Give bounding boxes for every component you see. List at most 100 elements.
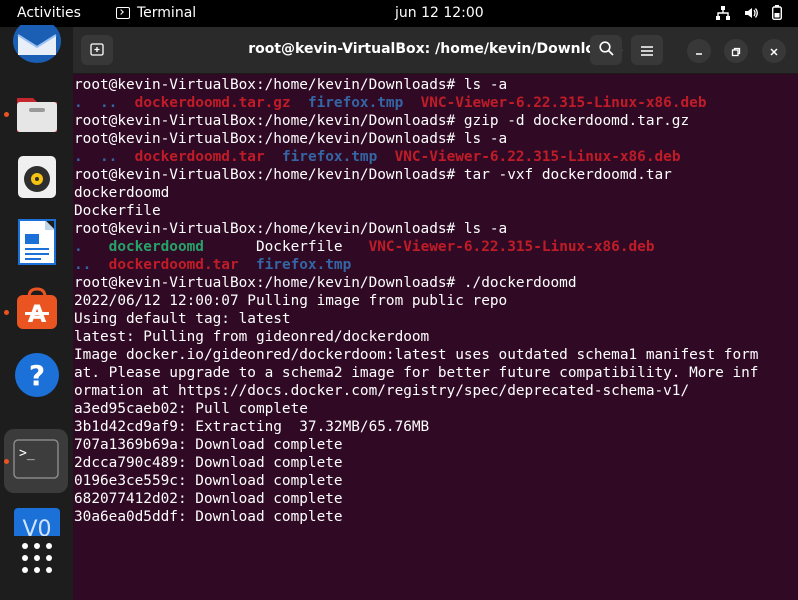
terminal-text: firefox.tmp <box>255 257 352 273</box>
terminal-text: firefox.tmp <box>281 149 378 165</box>
terminal-text: root@kevin-VirtualBox:/home/kevin/Downlo… <box>74 167 672 183</box>
terminal-line: root@kevin-VirtualBox:/home/kevin/Downlo… <box>74 130 796 148</box>
terminal-line: 2dcca790c489: Download complete <box>74 454 796 472</box>
title-bar[interactable]: root@kevin-VirtualBox: /home/kevin/Downl… <box>73 27 798 74</box>
app-center-icon: A <box>15 287 59 335</box>
terminal-text: VNC-Viewer-6.22.315-Linux-x86.deb <box>394 149 681 165</box>
app-menu[interactable]: Terminal <box>116 5 196 21</box>
terminal-text: dockerdoomd.tar.gz <box>134 95 291 111</box>
terminal-line: . .. dockerdoomd.tar firefox.tmp VNC-Vie… <box>74 148 796 166</box>
terminal-line: . .. dockerdoomd.tar.gz firefox.tmp VNC-… <box>74 94 796 112</box>
dock-rhythmbox[interactable] <box>10 152 64 206</box>
terminal-text: Using default tag: latest <box>74 311 291 327</box>
terminal-text: latest: Pulling from gideonred/dockerdoo… <box>74 329 430 345</box>
svg-text:>_: >_ <box>19 446 35 461</box>
terminal-line: a3ed95caeb02: Pull complete <box>74 400 796 418</box>
terminal-line: root@kevin-VirtualBox:/home/kevin/Downlo… <box>74 166 796 184</box>
network-icon <box>716 5 730 20</box>
terminal-line: 3b1d42cd9af9: Extracting 37.32MB/65.76MB <box>74 418 796 436</box>
top-bar: Activities Terminal jun 12 12:00 <box>0 0 798 27</box>
search-button[interactable] <box>590 35 622 65</box>
minimize-icon <box>694 42 704 61</box>
terminal-text: Dockerfile <box>74 203 161 219</box>
terminal-output[interactable]: root@kevin-VirtualBox:/home/kevin/Downlo… <box>74 76 796 596</box>
clock[interactable]: jun 12 12:00 <box>395 5 484 21</box>
system-tray[interactable] <box>716 5 782 20</box>
terminal-text: a3ed95caeb02: Pull complete <box>74 401 308 417</box>
terminal-text: dockerdoomd <box>74 185 170 201</box>
show-apps-button[interactable] <box>10 533 64 587</box>
minimize-button[interactable] <box>687 39 711 63</box>
terminal-text: dockerdoomd.tar <box>134 149 265 165</box>
dock-files[interactable] <box>10 87 64 141</box>
dock-help[interactable]: ? <box>10 350 64 404</box>
terminal-text: .. <box>74 257 109 273</box>
terminal-line: Dockerfile <box>74 202 796 220</box>
activities-button[interactable]: Activities <box>17 5 81 21</box>
terminal-line: 682077412d02: Download complete <box>74 490 796 508</box>
terminal-line: Image docker.io/gideonred/dockerdoom:lat… <box>74 346 796 364</box>
terminal-text: at. Please upgrade to a schema2 image fo… <box>74 365 759 381</box>
thunderbird-icon <box>12 19 62 69</box>
dock: A ? >_ V0 <box>0 19 73 600</box>
terminal-text: dockerdoomd <box>108 239 204 255</box>
terminal-line: root@kevin-VirtualBox:/home/kevin/Downlo… <box>74 76 796 94</box>
terminal-text: ormation at https://docs.docker.com/regi… <box>74 383 690 399</box>
terminal-icon: >_ <box>13 439 59 483</box>
terminal-text: root@kevin-VirtualBox:/home/kevin/Downlo… <box>74 221 508 237</box>
terminal-text: 3b1d42cd9af9: Extracting 37.32MB/65.76MB <box>74 419 430 435</box>
terminal-line: latest: Pulling from gideonred/dockerdoo… <box>74 328 796 346</box>
terminal-line: Using default tag: latest <box>74 310 796 328</box>
terminal-text: . <box>74 239 109 255</box>
terminal-text: 2022/06/12 12:00:07 Pulling image from p… <box>74 293 508 309</box>
terminal-text: firefox.tmp <box>307 95 404 111</box>
search-icon <box>598 40 614 60</box>
show-apps-icon <box>21 542 53 578</box>
hamburger-menu-icon <box>641 41 653 60</box>
svg-text:?: ? <box>29 359 45 392</box>
terminal-line: .. dockerdoomd.tar firefox.tmp <box>74 256 796 274</box>
running-indicator <box>4 112 9 117</box>
dock-thunderbird[interactable] <box>10 19 64 69</box>
dock-writer[interactable] <box>10 217 64 271</box>
terminal-line: root@kevin-VirtualBox:/home/kevin/Downlo… <box>74 220 796 238</box>
maximize-button[interactable] <box>724 39 748 63</box>
rhythmbox-icon <box>17 155 57 203</box>
running-indicator <box>4 310 9 315</box>
terminal-text: Image docker.io/gideonred/dockerdoom:lat… <box>74 347 759 363</box>
terminal-text: dockerdoomd.tar <box>108 257 239 273</box>
writer-icon <box>18 219 56 269</box>
terminal-small-icon <box>116 7 130 19</box>
terminal-text: 2dcca790c489: Download complete <box>74 455 343 471</box>
help-icon: ? <box>14 352 60 402</box>
terminal-text: root@kevin-VirtualBox:/home/kevin/Downlo… <box>74 77 508 93</box>
dock-app-center[interactable]: A <box>10 284 64 338</box>
terminal-window: root@kevin-VirtualBox: /home/kevin/Downl… <box>73 27 798 600</box>
terminal-text: VNC-Viewer-6.22.315-Linux-x86.deb <box>368 239 655 255</box>
terminal-text: Dockerfile <box>203 239 369 255</box>
dock-terminal[interactable]: >_ <box>4 429 68 493</box>
terminal-text: . .. <box>74 95 135 111</box>
terminal-text: 682077412d02: Download complete <box>74 491 343 507</box>
battery-icon <box>772 5 782 20</box>
terminal-line: 2022/06/12 12:00:07 Pulling image from p… <box>74 292 796 310</box>
terminal-line: dockerdoomd <box>74 184 796 202</box>
terminal-line: root@kevin-VirtualBox:/home/kevin/Downlo… <box>74 274 796 292</box>
terminal-line: ormation at https://docs.docker.com/regi… <box>74 382 796 400</box>
terminal-text: root@kevin-VirtualBox:/home/kevin/Downlo… <box>74 275 577 291</box>
close-button[interactable] <box>762 39 786 63</box>
terminal-line: 707a1369b69a: Download complete <box>74 436 796 454</box>
volume-icon <box>744 6 758 20</box>
close-icon <box>769 42 779 61</box>
terminal-line: 30a6ea0d5ddf: Download complete <box>74 508 796 526</box>
menu-button[interactable] <box>631 35 663 65</box>
terminal-text: root@kevin-VirtualBox:/home/kevin/Downlo… <box>74 113 690 129</box>
terminal-text: root@kevin-VirtualBox:/home/kevin/Downlo… <box>74 131 508 147</box>
running-indicator <box>4 459 9 464</box>
terminal-text: 0196e3ce559c: Download complete <box>74 473 343 489</box>
